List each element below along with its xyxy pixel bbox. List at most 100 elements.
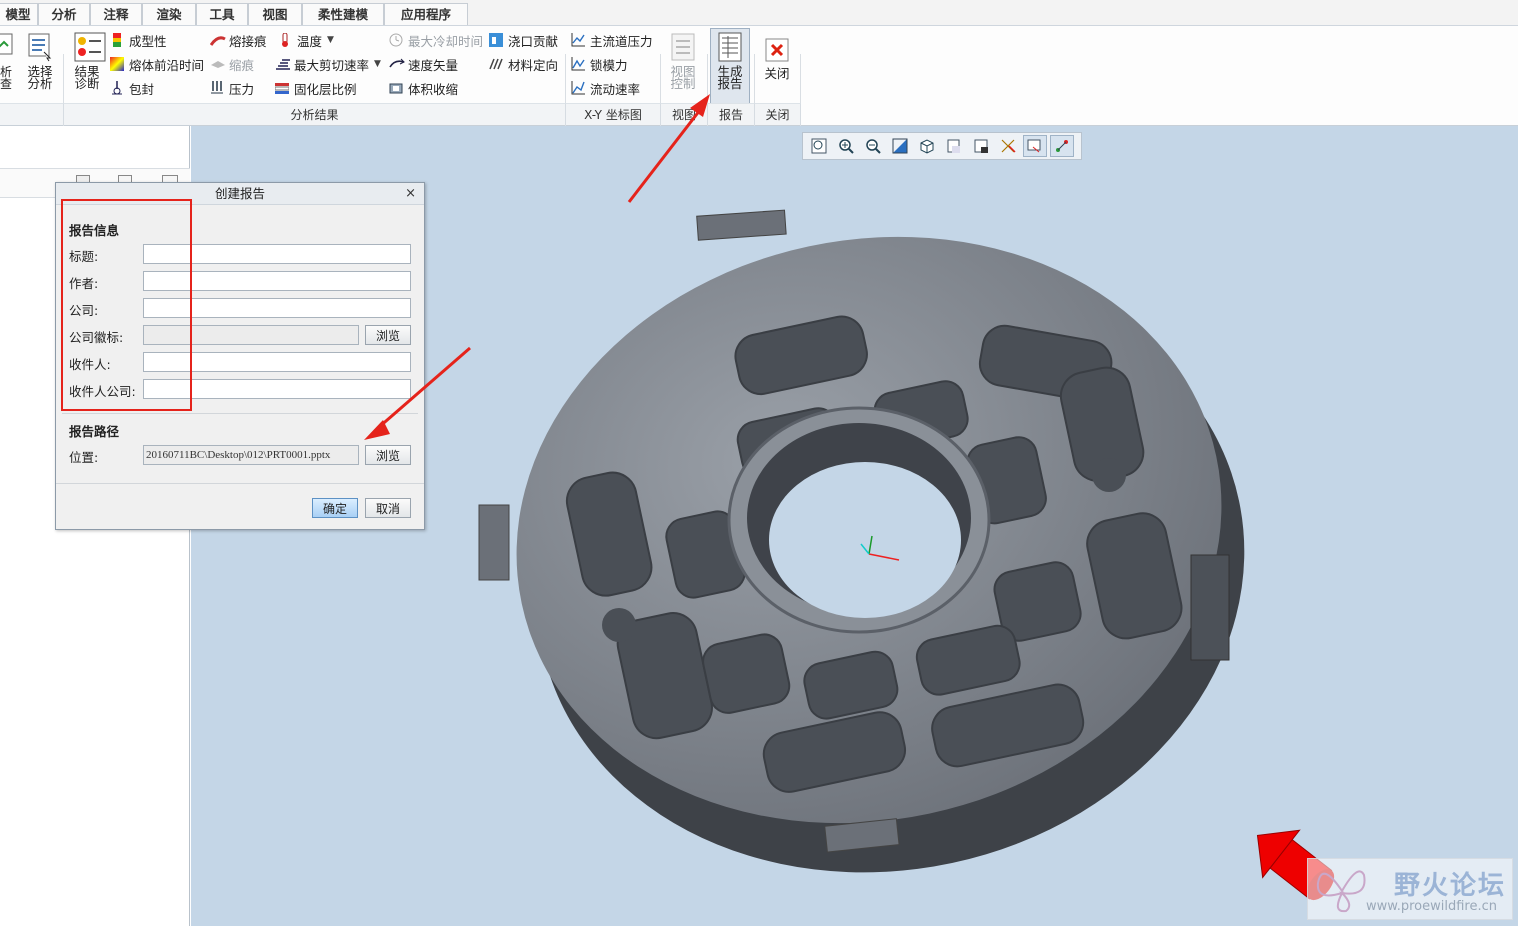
xy-plot-icon	[571, 81, 585, 95]
analysis-icon	[0, 32, 20, 62]
repaint-icon[interactable]	[888, 135, 912, 157]
fill-time-icon	[110, 57, 124, 71]
group-label-results: 分析结果	[64, 103, 566, 125]
tab-flexible-modeling[interactable]: 柔性建模	[302, 3, 384, 25]
shear-rate-icon	[275, 57, 290, 71]
view-control-icon	[669, 32, 697, 62]
cancel-button[interactable]: 取消	[365, 498, 411, 518]
results-diagnosis-icon	[73, 32, 106, 62]
xy-plot-icon	[571, 33, 585, 47]
report-icon	[716, 32, 744, 62]
tab-tools[interactable]: 工具	[196, 3, 248, 25]
watermark-url: www.proewildfire.cn	[1366, 899, 1497, 914]
clamp-force-button[interactable]: 锁模力	[571, 54, 628, 74]
dialog-close-icon[interactable]: ×	[405, 183, 416, 205]
watermark-title: 野火论坛	[1394, 871, 1507, 901]
display-style-icon[interactable]	[915, 135, 939, 157]
weld-line-button[interactable]: 熔接痕	[209, 30, 267, 50]
chevron-down-icon: ▼	[327, 35, 334, 45]
cooling-time-icon	[389, 33, 403, 47]
flow-rate-label: 流动速率	[590, 81, 641, 97]
sink-mark-button: 缩痕	[210, 54, 254, 74]
generate-report-button[interactable]: 生成 报告	[710, 28, 750, 104]
velocity-vector-button[interactable]: 速度矢量	[389, 54, 458, 74]
weld-line-icon	[209, 33, 226, 47]
fill-time-button[interactable]: 熔体前沿时间	[110, 54, 204, 74]
fillability-button[interactable]: 成型性	[110, 30, 167, 50]
analysis-check-label: 析 查	[0, 65, 12, 91]
chevron-down-icon: ▼	[374, 59, 381, 69]
refit-icon[interactable]	[807, 135, 831, 157]
annotation-highlight-box	[61, 199, 192, 411]
select-analysis-icon	[26, 32, 54, 62]
generate-report-label: 生成 报告	[717, 64, 743, 91]
tab-render[interactable]: 渲染	[142, 3, 196, 25]
forum-watermark: 野火论坛 www.proewildfire.cn	[1307, 858, 1513, 920]
pressure-button[interactable]: 压力	[210, 78, 254, 98]
max-shear-rate-button[interactable]: 最大剪切速率 ▼	[275, 54, 381, 74]
spin-center-icon[interactable]	[1050, 135, 1074, 157]
clamp-force-label: 锁模力	[590, 57, 628, 73]
volumetric-shrinkage-label: 体积收缩	[408, 81, 459, 97]
xy-plot-icon	[571, 57, 585, 71]
sink-mark-icon	[210, 57, 225, 71]
tab-analysis[interactable]: 分析	[38, 3, 90, 25]
temperature-label: 温度	[297, 33, 323, 49]
fiber-orientation-icon	[489, 57, 503, 71]
fillability-icon	[110, 33, 124, 47]
path-browse-button[interactable]: 浏览	[365, 445, 411, 465]
fillability-label: 成型性	[129, 33, 167, 49]
group-label-close: 关闭	[755, 103, 801, 125]
zoom-out-icon[interactable]	[861, 135, 885, 157]
datum-display-icon[interactable]	[996, 135, 1020, 157]
temperature-button[interactable]: 温度 ▼	[278, 30, 334, 50]
frozen-layer-ratio-button[interactable]: 固化层比例	[274, 78, 357, 98]
report-path-heading: 报告路径	[69, 424, 120, 439]
tab-annotate[interactable]: 注释	[90, 3, 142, 25]
ok-button[interactable]: 确定	[312, 498, 358, 518]
pressure-label: 压力	[229, 81, 255, 97]
air-trap-label: 包封	[129, 81, 155, 97]
tab-model[interactable]: 模型	[0, 3, 38, 25]
frozen-layer-ratio-label: 固化层比例	[294, 81, 357, 97]
sprue-pressure-button[interactable]: 主流道压力	[571, 30, 653, 50]
tab-applications[interactable]: 应用程序	[384, 3, 468, 25]
location-label: 位置:	[69, 450, 99, 465]
select-analysis-button[interactable]: 选择 分析	[24, 32, 56, 90]
sprue-pressure-label: 主流道压力	[590, 33, 653, 49]
close-analysis-button[interactable]: 关闭	[760, 38, 794, 80]
volumetric-shrinkage-button[interactable]: 体积收缩	[389, 78, 458, 98]
fiber-orientation-button[interactable]: 材料定向	[489, 54, 558, 74]
view-toolbar	[802, 132, 1082, 160]
pressure-icon	[210, 81, 224, 95]
location-input[interactable]	[143, 445, 359, 465]
creo-plastic-advisor-window: 模型 分析 注释 渲染 工具 视图 柔性建模 应用程序 析 查 选择 分析 结果…	[0, 0, 1518, 926]
fiber-orientation-label: 材料定向	[508, 57, 559, 73]
annotation-display-icon[interactable]	[1023, 135, 1047, 157]
gate-contribution-button[interactable]: 浇口贡献	[489, 30, 558, 50]
view-control-label: 视图 控制	[670, 64, 696, 91]
results-diagnosis-button[interactable]: 结果 诊断	[68, 32, 106, 90]
group-label-xy-plot: X-Y 坐标图	[566, 103, 661, 125]
analysis-check-button[interactable]: 析 查	[0, 32, 16, 90]
velocity-vector-icon	[389, 57, 405, 71]
frozen-layer-icon	[274, 81, 290, 95]
weld-line-label: 熔接痕	[229, 33, 267, 49]
section-divider	[62, 413, 418, 414]
logo-browse-button[interactable]: 浏览	[365, 325, 411, 345]
close-icon	[763, 38, 791, 64]
air-trap-button[interactable]: 包封	[110, 78, 154, 98]
select-analysis-label: 选择 分析	[27, 64, 53, 91]
fill-time-label: 熔体前沿时间	[129, 57, 205, 73]
saved-views-icon[interactable]	[942, 135, 966, 157]
thermometer-icon	[278, 32, 292, 47]
zoom-in-icon[interactable]	[834, 135, 858, 157]
max-cooling-time-button: 最大冷却时间	[389, 30, 483, 50]
view-manager-icon[interactable]	[969, 135, 993, 157]
group-label-report: 报告	[708, 103, 755, 125]
flow-rate-button[interactable]: 流动速率	[571, 78, 640, 98]
gate-contribution-icon	[489, 33, 503, 47]
close-analysis-label: 关闭	[764, 66, 790, 81]
tab-view[interactable]: 视图	[248, 3, 302, 25]
group-label-view: 视图	[661, 103, 708, 125]
